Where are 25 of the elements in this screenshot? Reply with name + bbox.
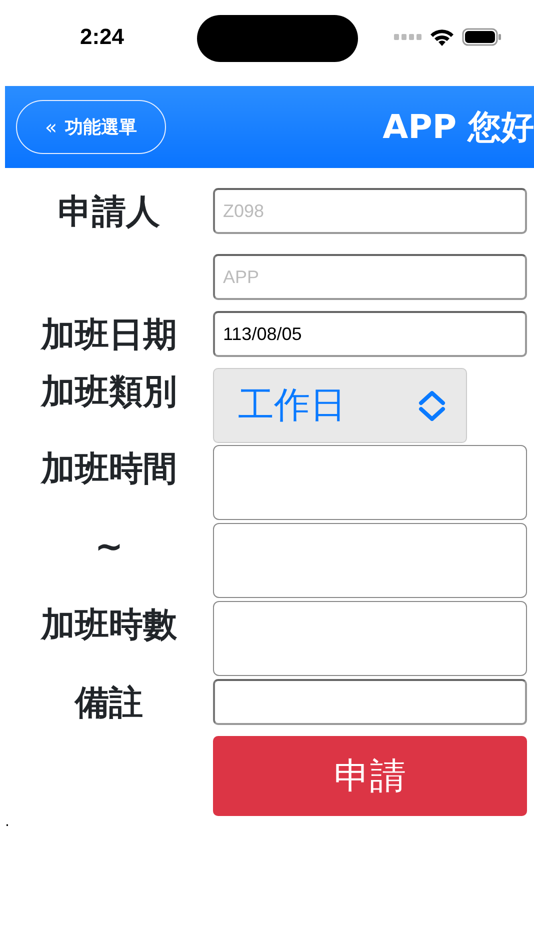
footer-text: . — [5, 818, 10, 826]
input-field[interactable]: Z098 — [213, 188, 527, 234]
input-field[interactable] — [213, 601, 527, 676]
wifi-icon — [430, 28, 454, 46]
page-title: APP 您好 — [382, 106, 534, 148]
double-chevron-icon: « — [44, 115, 58, 139]
field-label: 加班類別 — [41, 371, 177, 414]
input-field[interactable] — [213, 523, 527, 598]
field-label: 加班時間 — [41, 448, 177, 491]
field-label: 申請人 — [58, 191, 160, 234]
field-label: 加班日期 — [41, 314, 177, 357]
submit-button[interactable]: 申請 — [213, 736, 527, 816]
dropdown-select[interactable]: 工作日 — [213, 368, 467, 443]
status-time: 2:24 — [80, 24, 124, 50]
signal-icon — [394, 34, 422, 40]
input-field[interactable]: APP — [213, 254, 527, 300]
up-down-chevron-icon — [418, 390, 446, 420]
field-label: ~ — [94, 526, 124, 569]
battery-icon — [462, 28, 502, 46]
input-field[interactable] — [213, 445, 527, 520]
field-label: 備註 — [75, 682, 143, 725]
field-label: 加班時數 — [41, 604, 177, 647]
menu-button[interactable]: « 功能選單 — [16, 100, 166, 154]
input-field[interactable]: 113/08/05 — [213, 311, 527, 357]
input-field[interactable] — [213, 679, 527, 725]
